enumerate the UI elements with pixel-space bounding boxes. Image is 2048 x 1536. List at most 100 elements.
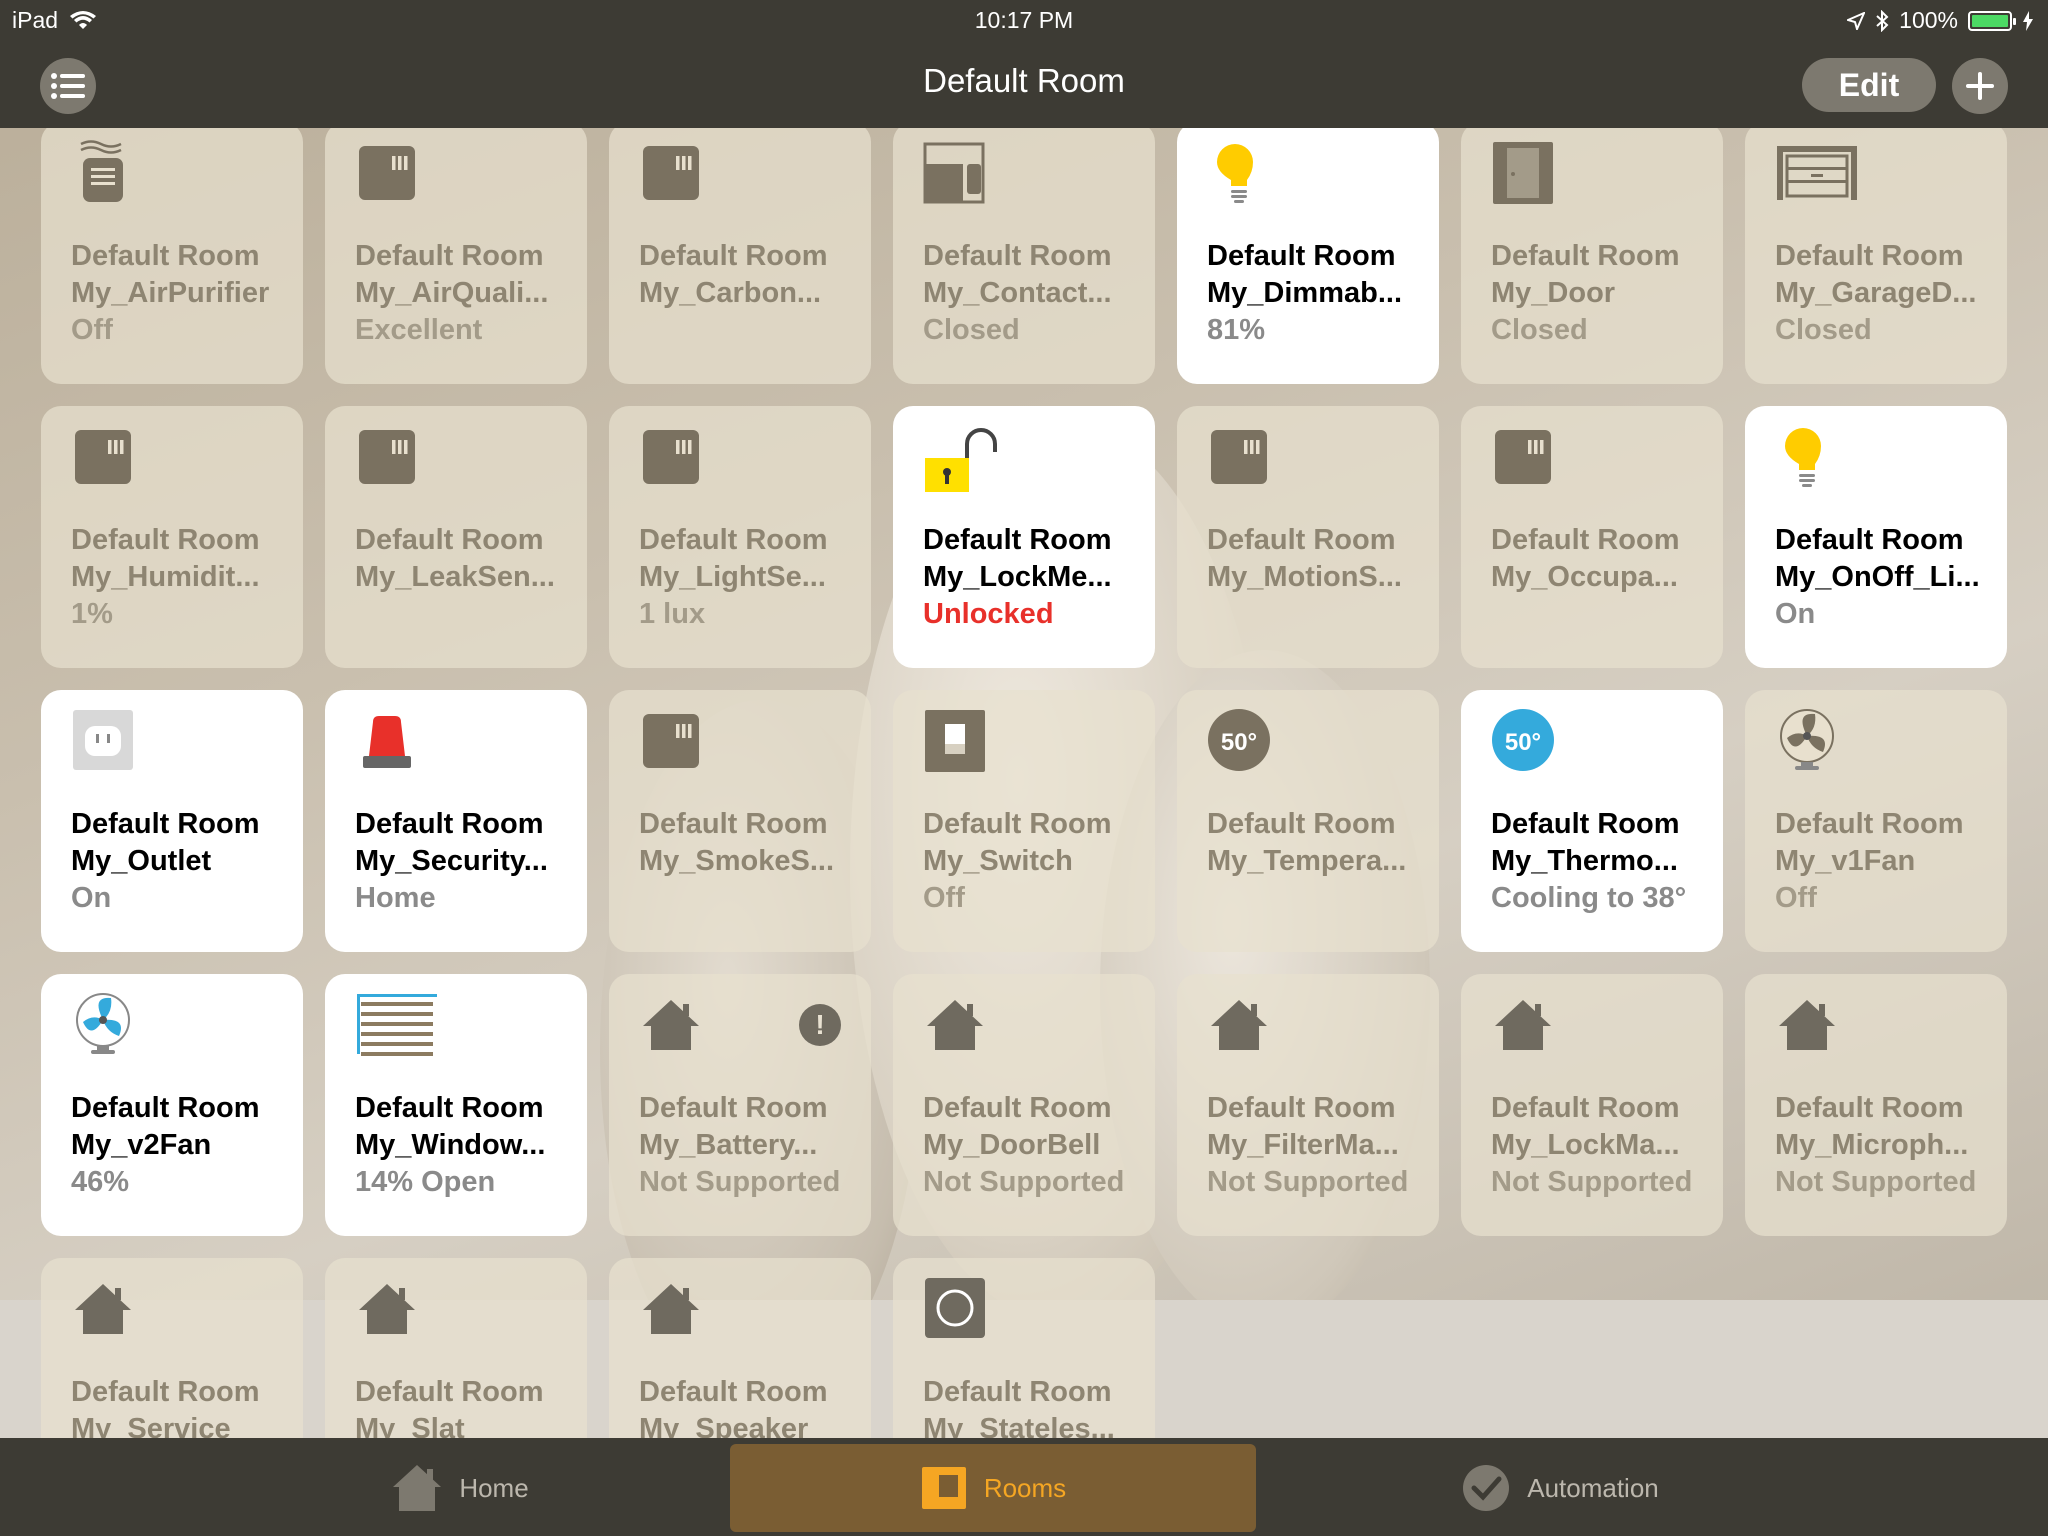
accessory-name: My_AirQuali... (355, 277, 549, 309)
svg-text:50°: 50° (1505, 729, 1541, 756)
accessory-name: My_OnOff_Li... (1775, 561, 1980, 593)
contact-sensor-icon (923, 140, 987, 204)
sensor-icon (639, 140, 703, 204)
accessory-room-label: Default Room (71, 524, 260, 556)
home-icon (393, 1465, 442, 1511)
accessory-name: My_Microph... (1775, 1129, 1969, 1161)
house-icon (355, 1276, 419, 1340)
accessory-tile[interactable]: Default Room My_v1Fan Off (1745, 690, 2007, 952)
accessory-room-label: Default Room (639, 808, 828, 840)
accessory-room-label: Default Room (1207, 240, 1396, 272)
accessory-tile[interactable]: Default Room My_Stateles... (893, 1258, 1155, 1438)
edit-button[interactable]: Edit (1802, 58, 1936, 112)
house-icon (1491, 992, 1555, 1056)
accessory-room-label: Default Room (71, 1092, 260, 1124)
accessory-room-label: Default Room (923, 524, 1112, 556)
accessory-tile[interactable]: Default Room My_Humidit... 1% (41, 406, 303, 668)
accessory-tile[interactable]: Default Room My_Slat (325, 1258, 587, 1438)
accessory-tile[interactable]: Default Room My_Security... Home (325, 690, 587, 952)
accessory-tile[interactable]: Default Room My_AirQuali... Excellent (325, 128, 587, 384)
accessory-room-label: Default Room (639, 240, 828, 272)
lightbulb-icon (1207, 140, 1271, 204)
status-bar: iPad 10:17 PM 100% (0, 0, 2048, 40)
accessory-tile[interactable]: Default Room My_LightSe... 1 lux (609, 406, 871, 668)
sensor-icon (1491, 424, 1555, 488)
accessory-tile[interactable]: Default Room My_Contact... Closed (893, 128, 1155, 384)
accessory-room-label: Default Room (71, 1376, 260, 1408)
location-icon (1847, 11, 1866, 30)
accessory-tile[interactable]: Default Room My_GarageD... Closed (1745, 128, 2007, 384)
accessory-name: My_Battery... (639, 1129, 818, 1161)
unlocked-padlock-icon (923, 424, 997, 492)
accessory-name: My_GarageD... (1775, 277, 1977, 309)
svg-text:50°: 50° (1221, 729, 1257, 756)
accessory-name: My_Slat (355, 1413, 465, 1438)
tab-automation[interactable]: Automation (1440, 1444, 1680, 1532)
accessory-status: Excellent (355, 314, 483, 346)
accessory-room-label: Default Room (923, 240, 1112, 272)
add-button[interactable] (1952, 58, 2008, 114)
accessory-tile[interactable]: Default Room My_Dimmab... 81% (1177, 128, 1439, 384)
accessory-tile[interactable]: Default Room My_Service (41, 1258, 303, 1438)
accessory-status: Closed (923, 314, 1020, 346)
accessory-room-label: Default Room (71, 240, 260, 272)
accessory-tile[interactable]: Default Room My_MotionS... (1177, 406, 1439, 668)
plus-icon (1966, 72, 1994, 100)
house-icon (71, 1276, 135, 1340)
tab-rooms[interactable]: Rooms (730, 1444, 1256, 1532)
accessory-status: Not Supported (923, 1166, 1125, 1198)
accessory-name: My_LightSe... (639, 561, 826, 593)
accessory-status: 1 lux (639, 598, 706, 630)
bluetooth-icon (1876, 9, 1889, 32)
accessory-room-label: Default Room (1207, 1092, 1396, 1124)
battery-icon (1968, 10, 2016, 31)
accessory-tile[interactable]: Default Room My_FilterMa... Not Supported (1177, 974, 1439, 1236)
accessory-room-label: Default Room (355, 808, 544, 840)
accessory-tile[interactable]: Default Room My_Speaker (609, 1258, 871, 1438)
accessory-room-label: Default Room (355, 524, 544, 556)
accessory-tile[interactable]: 50° Default Room My_Tempera... (1177, 690, 1439, 952)
accessory-tile[interactable]: 50° Default Room My_Thermo... Cooling to 38… (1461, 690, 1723, 952)
accessory-tile[interactable]: Default Room My_LeakSen... (325, 406, 587, 668)
accessory-tile[interactable]: Default Room My_Door Closed (1461, 128, 1723, 384)
accessory-tile[interactable]: Default Room My_Microph... Not Supported (1745, 974, 2007, 1236)
accessory-room-label: Default Room (1775, 1092, 1964, 1124)
accessory-tile[interactable]: Default Room My_Carbon... (609, 128, 871, 384)
accessory-tile[interactable]: Default Room My_Window... 14% Open (325, 974, 587, 1236)
tab-home[interactable]: Home (380, 1444, 540, 1532)
automation-icon (1463, 1465, 1510, 1511)
accessory-tile[interactable]: Default Room My_Outlet On (41, 690, 303, 952)
accessory-status: On (1775, 598, 1816, 630)
accessory-status: Off (1775, 882, 1817, 914)
accessory-tile[interactable]: Default Room My_Switch Off (893, 690, 1155, 952)
accessory-tile[interactable]: Default Room My_AirPurifier Off (41, 128, 303, 384)
accessory-status: 14% Open (355, 1166, 496, 1198)
accessory-status: Closed (1775, 314, 1872, 346)
accessory-name: My_Window... (355, 1129, 546, 1161)
door-icon (1491, 140, 1555, 204)
accessory-status: 81% (1207, 314, 1266, 346)
accessory-name: My_Speaker (639, 1413, 809, 1438)
accessory-name: My_Security... (355, 845, 548, 877)
tab-bar: Home Rooms Automation (0, 1438, 2048, 1536)
accessory-tile[interactable]: Default Room My_SmokeS... (609, 690, 871, 952)
house-icon (639, 1276, 703, 1340)
accessory-room-label: Default Room (1491, 240, 1680, 272)
accessory-name: My_Humidit... (71, 561, 260, 593)
page-title: Default Room (923, 62, 1125, 99)
accessory-tile[interactable]: Default Room My_v2Fan 46% (41, 974, 303, 1236)
accessory-tile[interactable]: Default Room My_LockMe... Unlocked (893, 406, 1155, 668)
accessory-tile[interactable]: Default Room My_DoorBell Not Supported (893, 974, 1155, 1236)
accessory-room-label: Default Room (1775, 808, 1964, 840)
accessory-name: My_LockMe... (923, 561, 1112, 593)
accessory-name: My_AirPurifier (71, 277, 270, 309)
air-purifier-icon (71, 140, 135, 204)
accessory-room-label: Default Room (355, 240, 544, 272)
accessory-room-label: Default Room (71, 808, 260, 840)
accessory-tile[interactable]: ! Default Room My_Battery... Not Supported (609, 974, 871, 1236)
accessory-name: My_MotionS... (1207, 561, 1402, 593)
accessory-tile[interactable]: Default Room My_LockMa... Not Supported (1461, 974, 1723, 1236)
accessory-tile[interactable]: Default Room My_OnOff_Li... On (1745, 406, 2007, 668)
accessory-tile[interactable]: Default Room My_Occupa... (1461, 406, 1723, 668)
accessory-name: My_Dimmab... (1207, 277, 1402, 309)
